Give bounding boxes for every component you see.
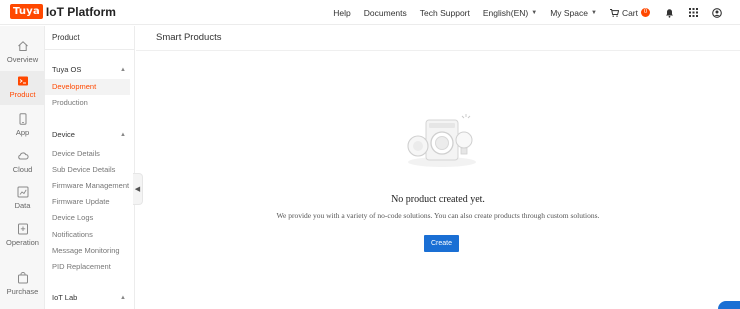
group-iot-lab[interactable]: IoT Lab ▲ — [45, 290, 135, 306]
subnav-item-device-details[interactable]: Device Details — [45, 146, 130, 162]
house-icon — [17, 41, 28, 51]
language-dropdown[interactable]: English(EN) ▼ — [483, 8, 537, 18]
bell-icon[interactable] — [664, 8, 674, 18]
subnav-item-firmware-update[interactable]: Firmware Update — [45, 194, 130, 210]
group-label-tuya-os: Tuya OS — [52, 65, 82, 74]
secondary-sidebar: Product Tuya OS ▲ Development Production… — [45, 26, 135, 309]
empty-state-title: No product created yet. — [391, 194, 485, 205]
empty-state-illustration — [407, 114, 476, 167]
empty-state-description: We provide you with a variety of no-code… — [276, 211, 600, 220]
group-device[interactable]: Device ▲ — [45, 127, 135, 143]
help-chat-widget[interactable] — [718, 301, 740, 309]
cart-label: Cart — [621, 7, 638, 18]
rail-item-purchase[interactable]: Purchase — [0, 268, 45, 302]
brand-logo[interactable]: Tuya IoT Platform — [10, 4, 116, 19]
subnav-item-notifications[interactable]: Notifications — [45, 227, 130, 243]
cart-icon — [609, 8, 619, 17]
rail-item-data[interactable]: Data — [0, 182, 45, 216]
tech-support-link[interactable]: Tech Support — [420, 8, 470, 18]
apps-grid-icon[interactable] — [688, 8, 698, 18]
rail-item-operation[interactable]: Operation — [0, 219, 45, 253]
rail-label-overview: Overview — [6, 55, 39, 64]
shop-icon — [17, 272, 28, 284]
primary-sidebar: Overview Product App Cloud Data Operatio… — [0, 26, 45, 309]
help-link[interactable]: Help — [333, 8, 350, 18]
chevron-up-icon: ▲ — [120, 132, 126, 138]
page-title: Smart Products — [156, 32, 222, 43]
terminal-icon — [17, 76, 28, 86]
main-content: Smart Products No product created yet. W… — [136, 26, 740, 309]
subnav-item-production[interactable]: Production — [45, 95, 130, 111]
rail-label-purchase: Purchase — [6, 287, 39, 296]
tuya-logo-badge: Tuya — [10, 4, 43, 19]
caret-down-icon: ▼ — [531, 9, 538, 16]
chevron-up-icon: ▲ — [120, 67, 126, 73]
cart-count-badge: 0 — [641, 8, 650, 17]
subnav-item-sub-device-details[interactable]: Sub Device Details — [45, 162, 130, 178]
language-label: English(EN) — [482, 7, 529, 18]
rail-item-product[interactable]: Product — [0, 71, 45, 105]
create-product-button[interactable]: Create — [424, 235, 459, 252]
platform-title: IoT Platform — [45, 4, 116, 19]
my-space-label: My Space — [550, 7, 588, 18]
group-label-iot-lab: IoT Lab — [52, 293, 78, 302]
rail-label-data: Data — [14, 201, 31, 210]
rail-label-operation: Operation — [6, 238, 39, 247]
subnav-item-development[interactable]: Development — [45, 79, 130, 95]
top-nav: Help Documents Tech Support English(EN) … — [320, 0, 722, 25]
rail-item-overview[interactable]: Overview — [0, 36, 45, 70]
cloud-icon — [17, 152, 29, 160]
subnav-header: Product — [45, 26, 134, 50]
my-space-dropdown[interactable]: My Space ▼ — [550, 8, 597, 18]
subnav-item-firmware-management[interactable]: Firmware Management — [45, 178, 130, 194]
caret-down-icon: ▼ — [590, 9, 597, 16]
rail-label-product: Product — [9, 90, 36, 99]
phone-icon — [19, 113, 26, 125]
rail-label-app: App — [15, 128, 30, 137]
rail-item-app[interactable]: App — [0, 109, 45, 143]
user-avatar-icon[interactable] — [712, 7, 722, 18]
title-divider — [136, 50, 740, 51]
chevron-up-icon: ▲ — [120, 295, 126, 301]
plus-box-icon — [17, 223, 28, 235]
top-header: Tuya IoT Platform Help Documents Tech Su… — [0, 0, 740, 25]
group-label-device: Device — [52, 130, 75, 139]
subnav-item-pid-replacement[interactable]: PID Replacement — [45, 259, 130, 275]
rail-label-cloud: Cloud — [12, 165, 33, 174]
chart-icon — [17, 186, 28, 198]
rail-item-cloud[interactable]: Cloud — [0, 146, 45, 180]
group-tuya-os[interactable]: Tuya OS ▲ — [45, 62, 135, 78]
subnav-item-device-logs[interactable]: Device Logs — [45, 210, 130, 226]
cart-link[interactable]: Cart 0 — [609, 7, 650, 18]
documents-link[interactable]: Documents — [364, 8, 407, 18]
subnav-item-message-monitoring[interactable]: Message Monitoring — [45, 243, 130, 259]
